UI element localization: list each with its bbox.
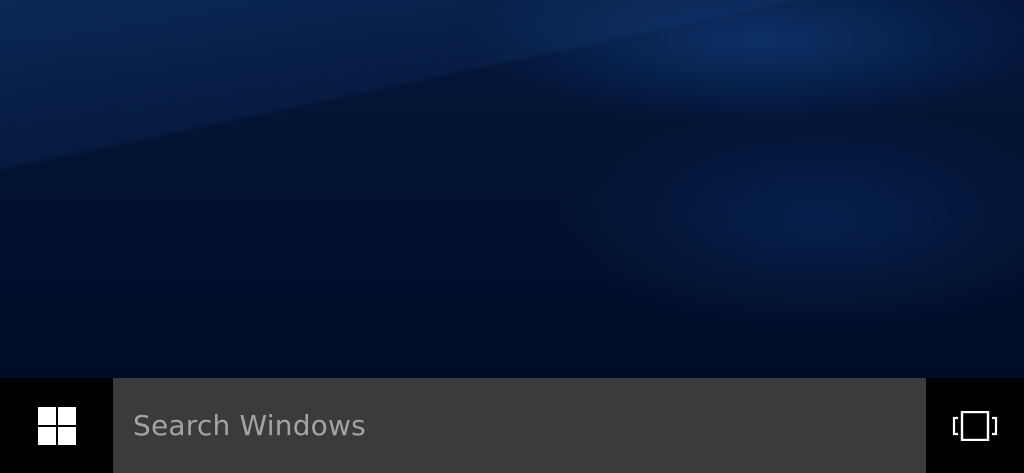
windows-logo-icon [37,406,76,445]
search-placeholder: Search Windows [133,409,366,442]
search-box[interactable]: Search Windows [113,378,926,473]
task-view-icon [951,410,999,441]
taskbar: Search Windows [0,378,1024,473]
desktop-wallpaper [0,0,1024,378]
screen: Search Windows [0,0,1024,473]
start-button[interactable] [0,378,113,473]
task-view-button[interactable] [926,378,1024,473]
wallpaper-light-beam [0,0,1024,378]
